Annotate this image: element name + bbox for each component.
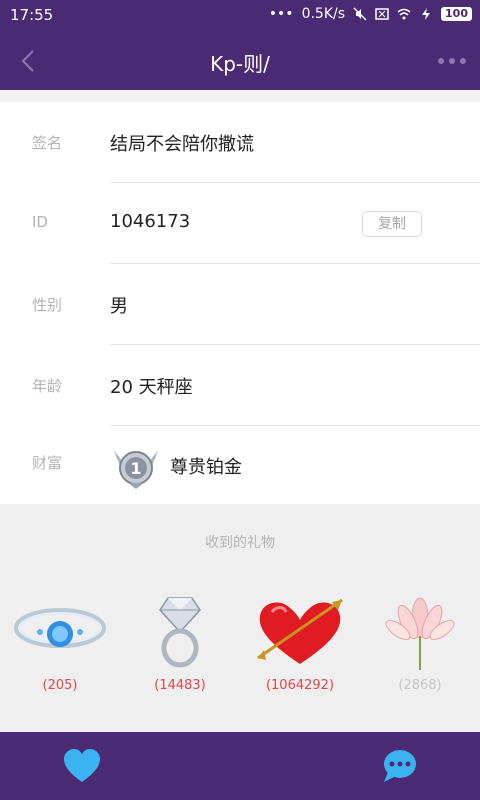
wealth-label: 财富 bbox=[32, 454, 63, 472]
status-right: ••• 0.5K/s 100 bbox=[269, 6, 472, 22]
gender-label: 性别 bbox=[32, 296, 63, 314]
more-dots-icon[interactable] bbox=[438, 58, 466, 64]
chat-bubble-icon[interactable] bbox=[380, 748, 420, 784]
bracelet-icon bbox=[14, 608, 106, 648]
gift-count: (1064292) bbox=[265, 678, 335, 693]
profile-info: 签名 结局不会陪你撒谎 ID 1046173 复制 性别 男 年龄 20 天秤座… bbox=[0, 102, 480, 504]
gift-count: (14483) bbox=[154, 678, 206, 693]
wifi-icon bbox=[397, 8, 411, 20]
charging-icon bbox=[422, 8, 431, 20]
signature-row: 签名 结局不会陪你撒谎 bbox=[0, 102, 480, 183]
age-value: 20 天秤座 bbox=[110, 377, 193, 398]
gifts-section: 收到的礼物 (205) (14483) (1064292) (2868) bbox=[0, 504, 480, 732]
signature-value: 结局不会陪你撒谎 bbox=[110, 134, 254, 155]
id-value: 1046173 bbox=[110, 211, 191, 232]
signature-label: 签名 bbox=[32, 134, 63, 152]
heart-icon[interactable] bbox=[62, 748, 102, 784]
gift-item[interactable]: (14483) bbox=[120, 592, 240, 702]
age-row: 年龄 20 天秤座 bbox=[0, 345, 480, 426]
medal-number: 1 bbox=[130, 459, 141, 478]
mute-icon bbox=[353, 7, 367, 21]
gift-item[interactable]: (2868) bbox=[360, 592, 480, 702]
copy-button[interactable]: 复制 bbox=[362, 211, 422, 237]
bottom-bar bbox=[0, 732, 480, 800]
status-bar: 17:55 ••• 0.5K/s 100 bbox=[0, 0, 480, 32]
wealth-value: 尊贵铂金 bbox=[170, 457, 242, 478]
title-bar: Kp-则/ bbox=[0, 32, 480, 90]
gift-item[interactable]: (1064292) bbox=[240, 592, 360, 702]
id-row: ID 1046173 复制 bbox=[0, 183, 480, 264]
lotus-icon bbox=[385, 597, 455, 670]
gifts-title: 收到的礼物 bbox=[205, 535, 275, 551]
heart-arrow-icon bbox=[257, 598, 343, 664]
platinum-medal-icon: 1 bbox=[114, 451, 158, 489]
diamond-ring-icon bbox=[159, 597, 201, 668]
gender-row: 性别 男 bbox=[0, 264, 480, 345]
battery-icon: 100 bbox=[441, 7, 472, 21]
network-speed: 0.5K/s bbox=[301, 6, 346, 22]
gift-count: (205) bbox=[42, 678, 78, 693]
gift-item[interactable]: (205) bbox=[0, 592, 120, 702]
gender-value: 男 bbox=[110, 296, 128, 317]
wealth-row: 财富 1 尊贵铂金 bbox=[0, 426, 480, 507]
id-label: ID bbox=[32, 213, 48, 231]
status-time: 17:55 bbox=[10, 6, 54, 24]
sim-icon bbox=[375, 8, 389, 20]
page-title: Kp-则/ bbox=[210, 52, 270, 76]
more-notifications-icon: ••• bbox=[268, 6, 294, 22]
gift-count: (2868) bbox=[398, 678, 442, 693]
age-label: 年龄 bbox=[32, 377, 63, 395]
